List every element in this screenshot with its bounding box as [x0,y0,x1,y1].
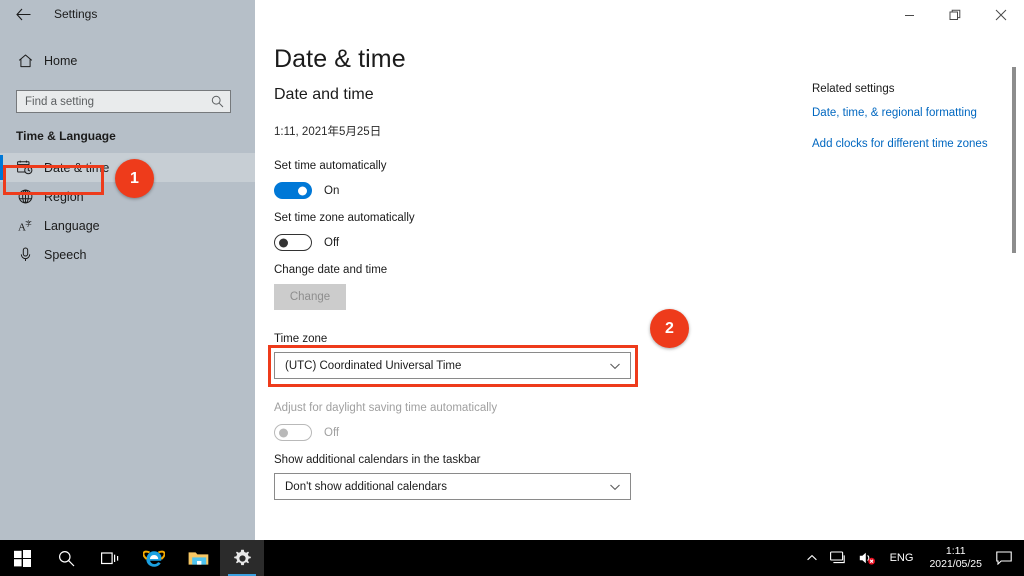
taskbar-clock[interactable]: 1:11 2021/05/25 [921,545,990,571]
change-button[interactable]: Change [274,284,346,310]
search-wrapper: Find a setting [16,90,231,113]
sidebar-item-speech[interactable]: Speech [0,240,255,269]
change-date-and-time-label: Change date and time [274,264,388,276]
volume-muted-icon[interactable] [853,540,882,576]
daylight-saving-state: Off [324,426,340,439]
window-title: Settings [54,7,98,21]
annotation-badge-2: 2 [650,309,689,348]
file-explorer-button[interactable] [176,540,220,576]
set-timezone-automatically-label: Set time zone automatically [274,212,415,224]
search-placeholder: Find a setting [25,95,95,108]
taskbar-search-button[interactable] [44,540,88,576]
set-timezone-automatically-row: Off [274,234,339,251]
svg-text:字: 字 [25,218,32,227]
network-icon[interactable] [824,540,853,576]
time-zone-dropdown[interactable]: (UTC) Coordinated Universal Time [274,352,631,379]
page-title: Date & time [274,45,406,73]
sidebar-item-speech-label: Speech [44,247,87,262]
annotation-badge-1: 1 [115,159,154,198]
toggle-knob [279,238,288,247]
set-time-automatically-label: Set time automatically [274,160,387,172]
time-zone-label: Time zone [274,333,328,345]
daylight-saving-toggle[interactable] [274,424,312,441]
sidebar-item-date-and-time-label: Date & time [44,160,110,175]
current-datetime-text: 1:11, 2021年5月25日 [274,126,382,138]
close-button[interactable] [978,0,1024,30]
chevron-up-icon[interactable] [800,540,824,576]
search-input[interactable]: Find a setting [16,90,231,113]
minimize-button[interactable] [886,0,932,30]
microphone-icon [14,247,36,262]
home-icon [14,54,36,68]
additional-calendars-label: Show additional calendars in the taskbar [274,454,481,466]
back-arrow-icon[interactable] [12,3,34,25]
set-timezone-automatically-state: Off [324,236,340,249]
time-zone-value: (UTC) Coordinated Universal Time [285,359,462,372]
search-icon [211,95,224,108]
set-time-automatically-toggle[interactable] [274,182,312,199]
language-icon: A 字 [14,218,36,233]
start-button[interactable] [0,540,44,576]
restore-button[interactable] [932,0,978,30]
set-time-automatically-state: On [324,184,340,197]
toggle-knob [279,428,288,437]
daylight-saving-row: Off [274,424,339,441]
related-settings-title: Related settings [812,83,895,95]
settings-sidebar: Settings Home Find a setting Time & Lang… [0,0,255,540]
daylight-saving-label: Adjust for daylight saving time automati… [274,402,498,414]
additional-calendars-value: Don't show additional calendars [285,480,448,493]
internet-explorer-button[interactable] [132,540,176,576]
chevron-down-icon [608,480,622,494]
settings-taskbar-button[interactable] [220,540,264,576]
toggle-knob [298,186,307,195]
window-titlebar-left: Settings [0,0,255,28]
additional-calendars-dropdown[interactable]: Don't show additional calendars [274,473,631,500]
content-scrollbar[interactable] [1012,67,1016,253]
input-language-indicator[interactable]: ENG [882,552,922,564]
related-link-add-clocks[interactable]: Add clocks for different time zones [812,138,988,150]
settings-window: Settings Home Find a setting Time & Lang… [0,0,1024,540]
related-link-date-time-regional-formatting[interactable]: Date, time, & regional formatting [812,107,977,119]
sidebar-category-title: Time & Language [16,129,116,143]
system-tray: ENG 1:11 2021/05/25 [800,540,1024,576]
sidebar-item-language-label: Language [44,218,100,233]
settings-content: Date & time Date and time 1:11, 2021年5月2… [255,30,1024,540]
settings-window-screenshot: Settings Home Find a setting Time & Lang… [0,0,1024,576]
set-timezone-automatically-toggle[interactable] [274,234,312,251]
sidebar-item-language[interactable]: A 字 Language [0,211,255,240]
notification-icon[interactable] [990,540,1018,576]
section-title: Date and time [274,86,374,103]
window-controls [886,0,1024,30]
taskbar-clock-time: 1:11 [945,544,966,557]
sidebar-item-region-label: Region [44,189,84,204]
taskbar-clock-date: 2021/05/25 [929,558,982,570]
calendar-clock-icon [14,160,36,175]
set-time-automatically-row: On [274,182,339,199]
sidebar-item-home[interactable]: Home [0,46,255,76]
globe-icon [14,189,36,204]
task-view-button[interactable] [88,540,132,576]
sidebar-item-home-label: Home [44,54,78,68]
windows-taskbar: ENG 1:11 2021/05/25 [0,540,1024,576]
chevron-down-icon [608,359,622,373]
